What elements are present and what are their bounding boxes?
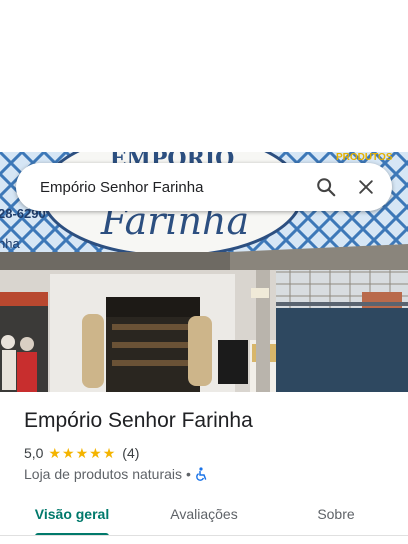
rating-row[interactable]: 5,0 ★ ★ ★ ★ ★ (4) bbox=[24, 444, 139, 462]
rating-value: 5,0 bbox=[24, 445, 44, 461]
star-rating: ★ ★ ★ ★ ★ bbox=[48, 446, 116, 460]
star-icon: ★ bbox=[48, 445, 62, 461]
place-category: Loja de produtos naturais bbox=[24, 466, 182, 482]
category-separator: • bbox=[186, 466, 191, 482]
star-icon: ★ bbox=[102, 445, 116, 461]
tab-about[interactable]: Sobre bbox=[288, 493, 384, 537]
search-input[interactable]: Empório Senhor Farinha bbox=[40, 179, 306, 196]
tab-reviews[interactable]: Avaliações bbox=[156, 493, 252, 537]
search-bar[interactable]: Empório Senhor Farinha bbox=[16, 163, 392, 211]
sign-right-text: PRODUTOS bbox=[336, 152, 393, 163]
sign-left-fragment: nha bbox=[0, 236, 20, 251]
star-icon: ★ bbox=[75, 445, 89, 461]
category-row: Loja de produtos naturais • bbox=[24, 465, 207, 483]
wheelchair-icon bbox=[195, 467, 207, 481]
tabs-divider bbox=[0, 535, 408, 536]
review-count[interactable]: (4) bbox=[122, 445, 139, 461]
close-icon[interactable] bbox=[346, 167, 386, 207]
star-icon: ★ bbox=[62, 445, 75, 461]
search-icon[interactable] bbox=[306, 167, 346, 207]
place-tabs: Visão geral Avaliações Sobre bbox=[0, 493, 408, 537]
star-icon: ★ bbox=[89, 445, 102, 461]
place-title: Empório Senhor Farinha bbox=[24, 409, 253, 432]
tab-overview[interactable]: Visão geral bbox=[24, 493, 120, 537]
